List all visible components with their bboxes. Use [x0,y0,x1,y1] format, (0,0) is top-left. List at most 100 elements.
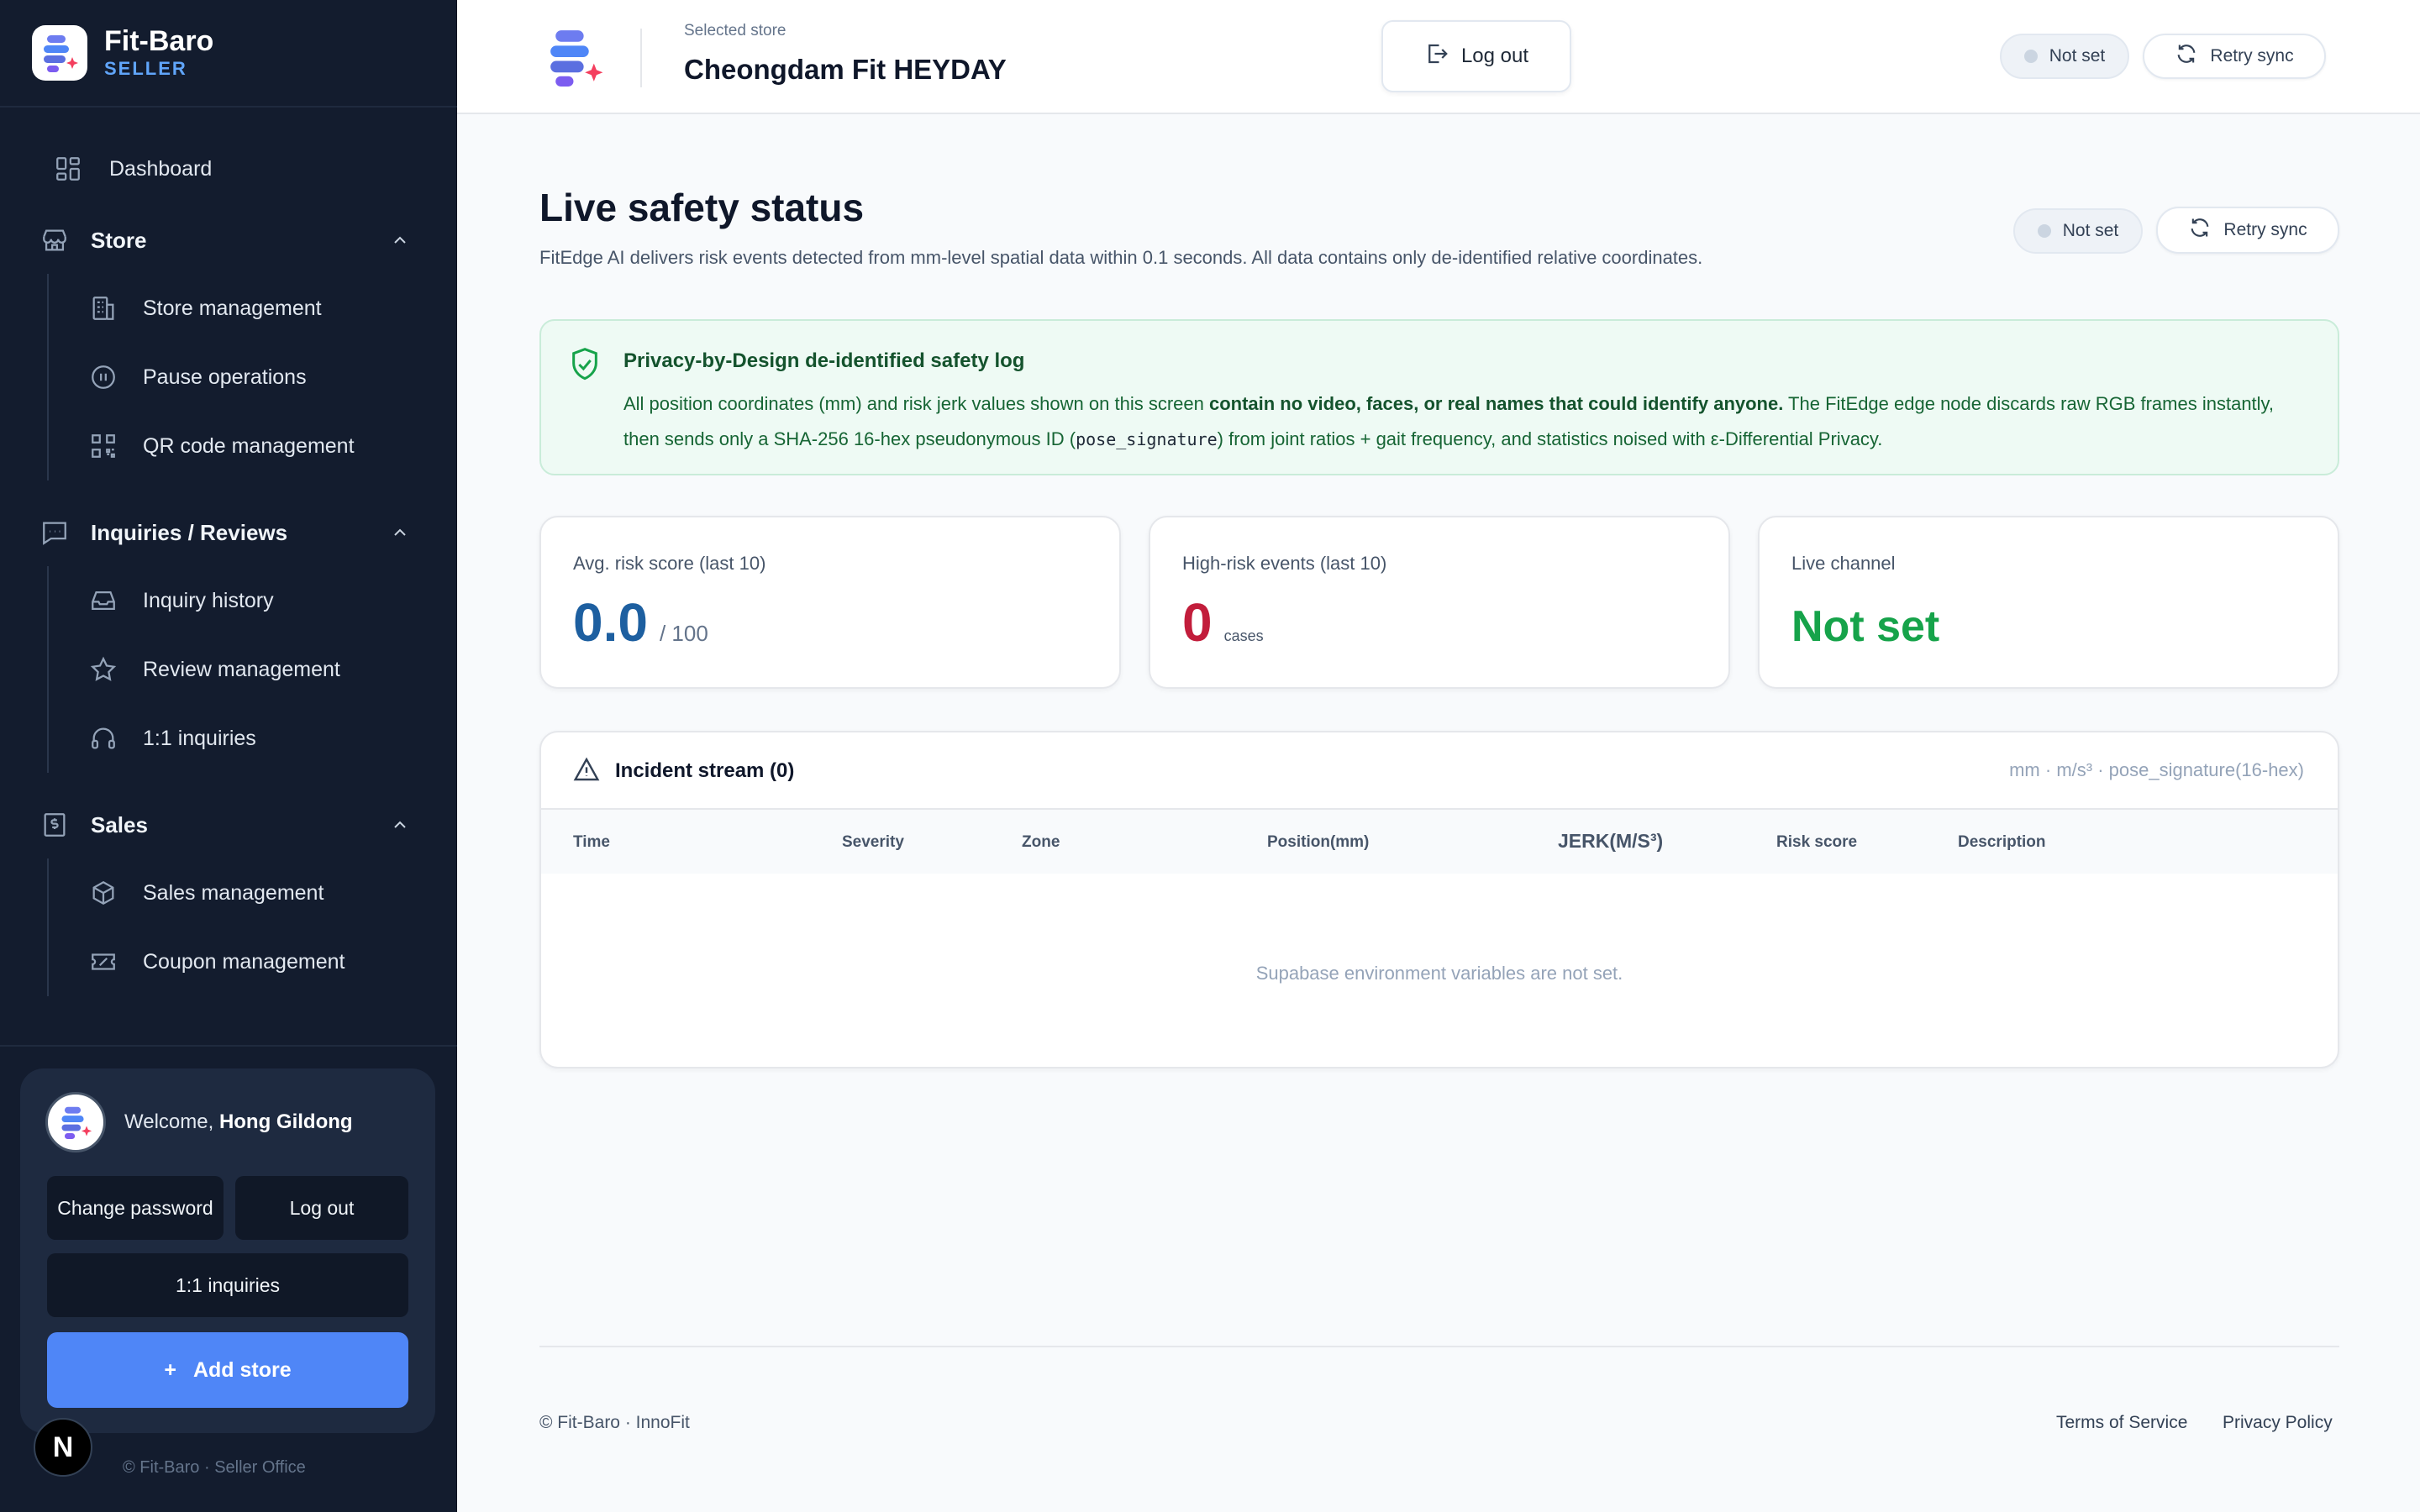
next-dev-badge-icon[interactable]: N [34,1418,92,1477]
sales-submenu: Sales management Coupon management [47,858,457,996]
sidebar-item-label: Store management [143,296,322,320]
high-risk-unit: cases [1223,627,1264,644]
avg-risk-unit: / 100 [659,621,708,646]
retry-label: Retry sync [2210,46,2294,66]
chevron-up-icon [390,230,410,256]
change-password-button[interactable]: Change password [47,1176,224,1240]
grid-icon [54,155,82,183]
add-store-button[interactable]: + Add store [47,1332,408,1408]
sidebar-item-label: QR code management [143,433,355,458]
privacy-policy-link[interactable]: Privacy Policy [2223,1413,2333,1433]
welcome-text: Welcome, Hong Gildong [124,1110,353,1134]
sidebar-item-label: Review management [143,657,340,681]
footer-copyright: © Fit-Baro · InnoFit [539,1413,690,1432]
selected-store-name[interactable]: Cheongdam Fit HEYDAY [684,54,1007,86]
sidebar-footer: © Fit-Baro · Seller Office [123,1458,306,1477]
column-severity[interactable]: Severity [842,833,904,852]
column-position[interactable]: Position(mm) [1267,833,1369,852]
sidebar-item-label: Inquiry history [143,588,274,612]
page-title: Live safety status [539,186,865,229]
sidebar-group-store[interactable]: Store [0,207,457,274]
column-jerk[interactable]: JERK(M/S³) [1558,830,1663,853]
store-icon [40,226,69,255]
sidebar-item-store-management[interactable]: Store management [49,274,457,343]
star-icon [89,655,118,684]
status-label: Not set [2062,221,2119,240]
sidebar-item-review-management[interactable]: Review management [49,635,457,704]
incident-stream-title: Incident stream (0) [615,759,795,782]
sidebar-divider [0,106,457,108]
stat-label: Avg. risk score (last 10) [573,553,766,574]
shield-check-icon [568,346,602,387]
privacy-body: All position coordinates (mm) and risk j… [623,386,2287,457]
log-out-icon [1424,41,1449,72]
sidebar-group-sales[interactable]: Sales [0,791,457,858]
stat-card-avg-risk: Avg. risk score (last 10) 0.0 / 100 [539,516,1121,689]
brand-sub: SELLER [104,58,187,79]
sidebar-item-label: Pause operations [143,365,307,389]
terms-link[interactable]: Terms of Service [2056,1413,2187,1433]
status-label: Not set [2049,46,2106,66]
building-icon [89,294,118,323]
user-card: Welcome, Hong Gildong Change password Lo… [20,1068,435,1433]
privacy-text-3: ) from joint ratios + gait frequency, an… [1217,428,1883,449]
empty-state-message: Supabase environment variables are not s… [1255,963,1623,984]
sidebar-item-label: 1:1 inquiries [143,726,256,750]
sidebar-logout-button[interactable]: Log out [235,1176,408,1240]
sidebar-item-one-on-one[interactable]: 1:1 inquiries [49,704,457,773]
avatar[interactable] [45,1092,106,1152]
headphones-icon [89,724,118,753]
sidebar-item-inquiry-history[interactable]: Inquiry history [49,566,457,635]
column-time[interactable]: Time [573,833,610,852]
pause-circle-icon [89,363,118,391]
sidebar-item-pause-operations[interactable]: Pause operations [49,343,457,412]
status-dot-icon [2023,50,2038,63]
header-logout-button[interactable]: Log out [1381,20,1571,92]
stat-value-row: 0 cases [1182,591,1264,654]
header-retry-sync-button[interactable]: Retry sync [2143,34,2326,79]
stat-label: High-risk events (last 10) [1182,553,1387,574]
alert-triangle-icon [573,756,600,787]
chevron-up-icon [390,815,410,841]
sidebar-item-label: Sales management [143,880,324,905]
column-risk-score[interactable]: Risk score [1776,833,1857,852]
sidebar-inquiries-button[interactable]: 1:1 inquiries [47,1253,408,1317]
sidebar-nav: Dashboard Store Store management Pause o… [0,139,457,996]
incident-table-header: Time Severity Zone Position(mm) JERK(M/S… [541,810,2338,874]
sidebar-group-label: Inquiries / Reviews [91,519,288,545]
column-description[interactable]: Description [1958,833,2046,852]
sidebar-group-inquiries[interactable]: Inquiries / Reviews [0,499,457,566]
sidebar-item-coupon-management[interactable]: Coupon management [49,927,457,996]
incident-stream-units: mm · m/s³ · pose_signature(16-hex) [2009,759,2304,780]
inquiries-submenu: Inquiry history Review management 1:1 in… [47,566,457,773]
avg-risk-value: 0.0 [573,592,648,653]
inbox-icon [89,586,118,615]
incident-stream: Incident stream (0) mm · m/s³ · pose_sig… [539,731,2339,1068]
privacy-notice: Privacy-by-Design de-identified safety l… [539,319,2339,475]
header-separator [640,29,642,87]
qr-code-icon [89,432,118,460]
refresh-icon [2188,216,2212,244]
sidebar-item-qr-code[interactable]: QR code management [49,412,457,480]
main-retry-sync-button[interactable]: Retry sync [2156,207,2339,254]
sidebar-item-dashboard[interactable]: Dashboard [0,139,457,198]
plus-icon: + [164,1357,176,1382]
user-name: Hong Gildong [218,1110,353,1133]
sidebar-item-label: Dashboard [109,156,213,181]
column-zone[interactable]: Zone [1022,833,1060,852]
sidebar-item-sales-management[interactable]: Sales management [49,858,457,927]
header-status-badge: Not set [2000,34,2129,79]
live-channel-value: Not set [1791,602,1940,651]
page-description: FitEdge AI delivers risk events detected… [539,247,1703,268]
message-square-icon [40,518,69,547]
brand[interactable]: Fit-Baro SELLER [32,25,213,81]
welcome-label: Welcome, [124,1110,214,1133]
footer-divider [539,1346,2339,1347]
logout-label: Log out [1460,45,1529,67]
chevron-up-icon [390,522,410,549]
brand-name: Fit-Baro [104,25,214,57]
refresh-icon [2175,42,2198,71]
pose-signature-code: pose_signature [1076,429,1218,449]
add-store-label: Add store [192,1357,292,1382]
brand-logo-icon [32,25,87,81]
